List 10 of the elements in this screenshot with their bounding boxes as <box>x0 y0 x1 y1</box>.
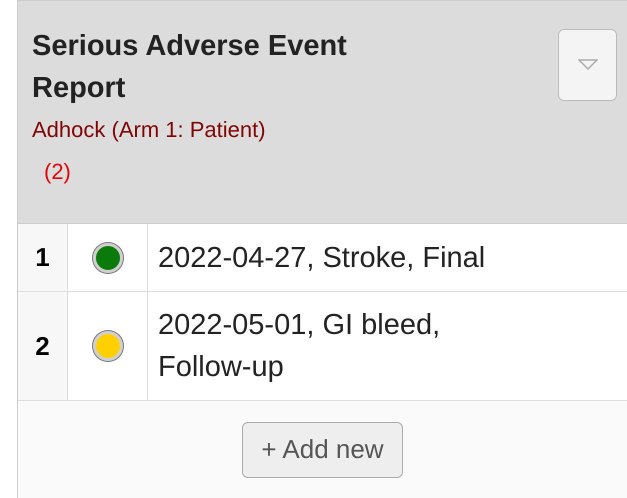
add-new-button[interactable]: + Add new <box>242 422 403 478</box>
caret-icon <box>578 59 598 71</box>
event-link[interactable]: 2022-04-27, Stroke, Final <box>158 236 486 278</box>
event-link[interactable]: 2022-05-01, GI bleed, Follow-up <box>158 304 498 388</box>
row-number: 1 <box>18 224 68 291</box>
report-title: Serious Adverse Event Report <box>32 29 348 106</box>
report-subtitle: Adhock (Arm 1: Patient) <box>32 116 267 144</box>
record-count: (2) <box>44 158 72 186</box>
row-number: 2 <box>18 292 68 400</box>
dropdown-button[interactable] <box>558 29 617 101</box>
